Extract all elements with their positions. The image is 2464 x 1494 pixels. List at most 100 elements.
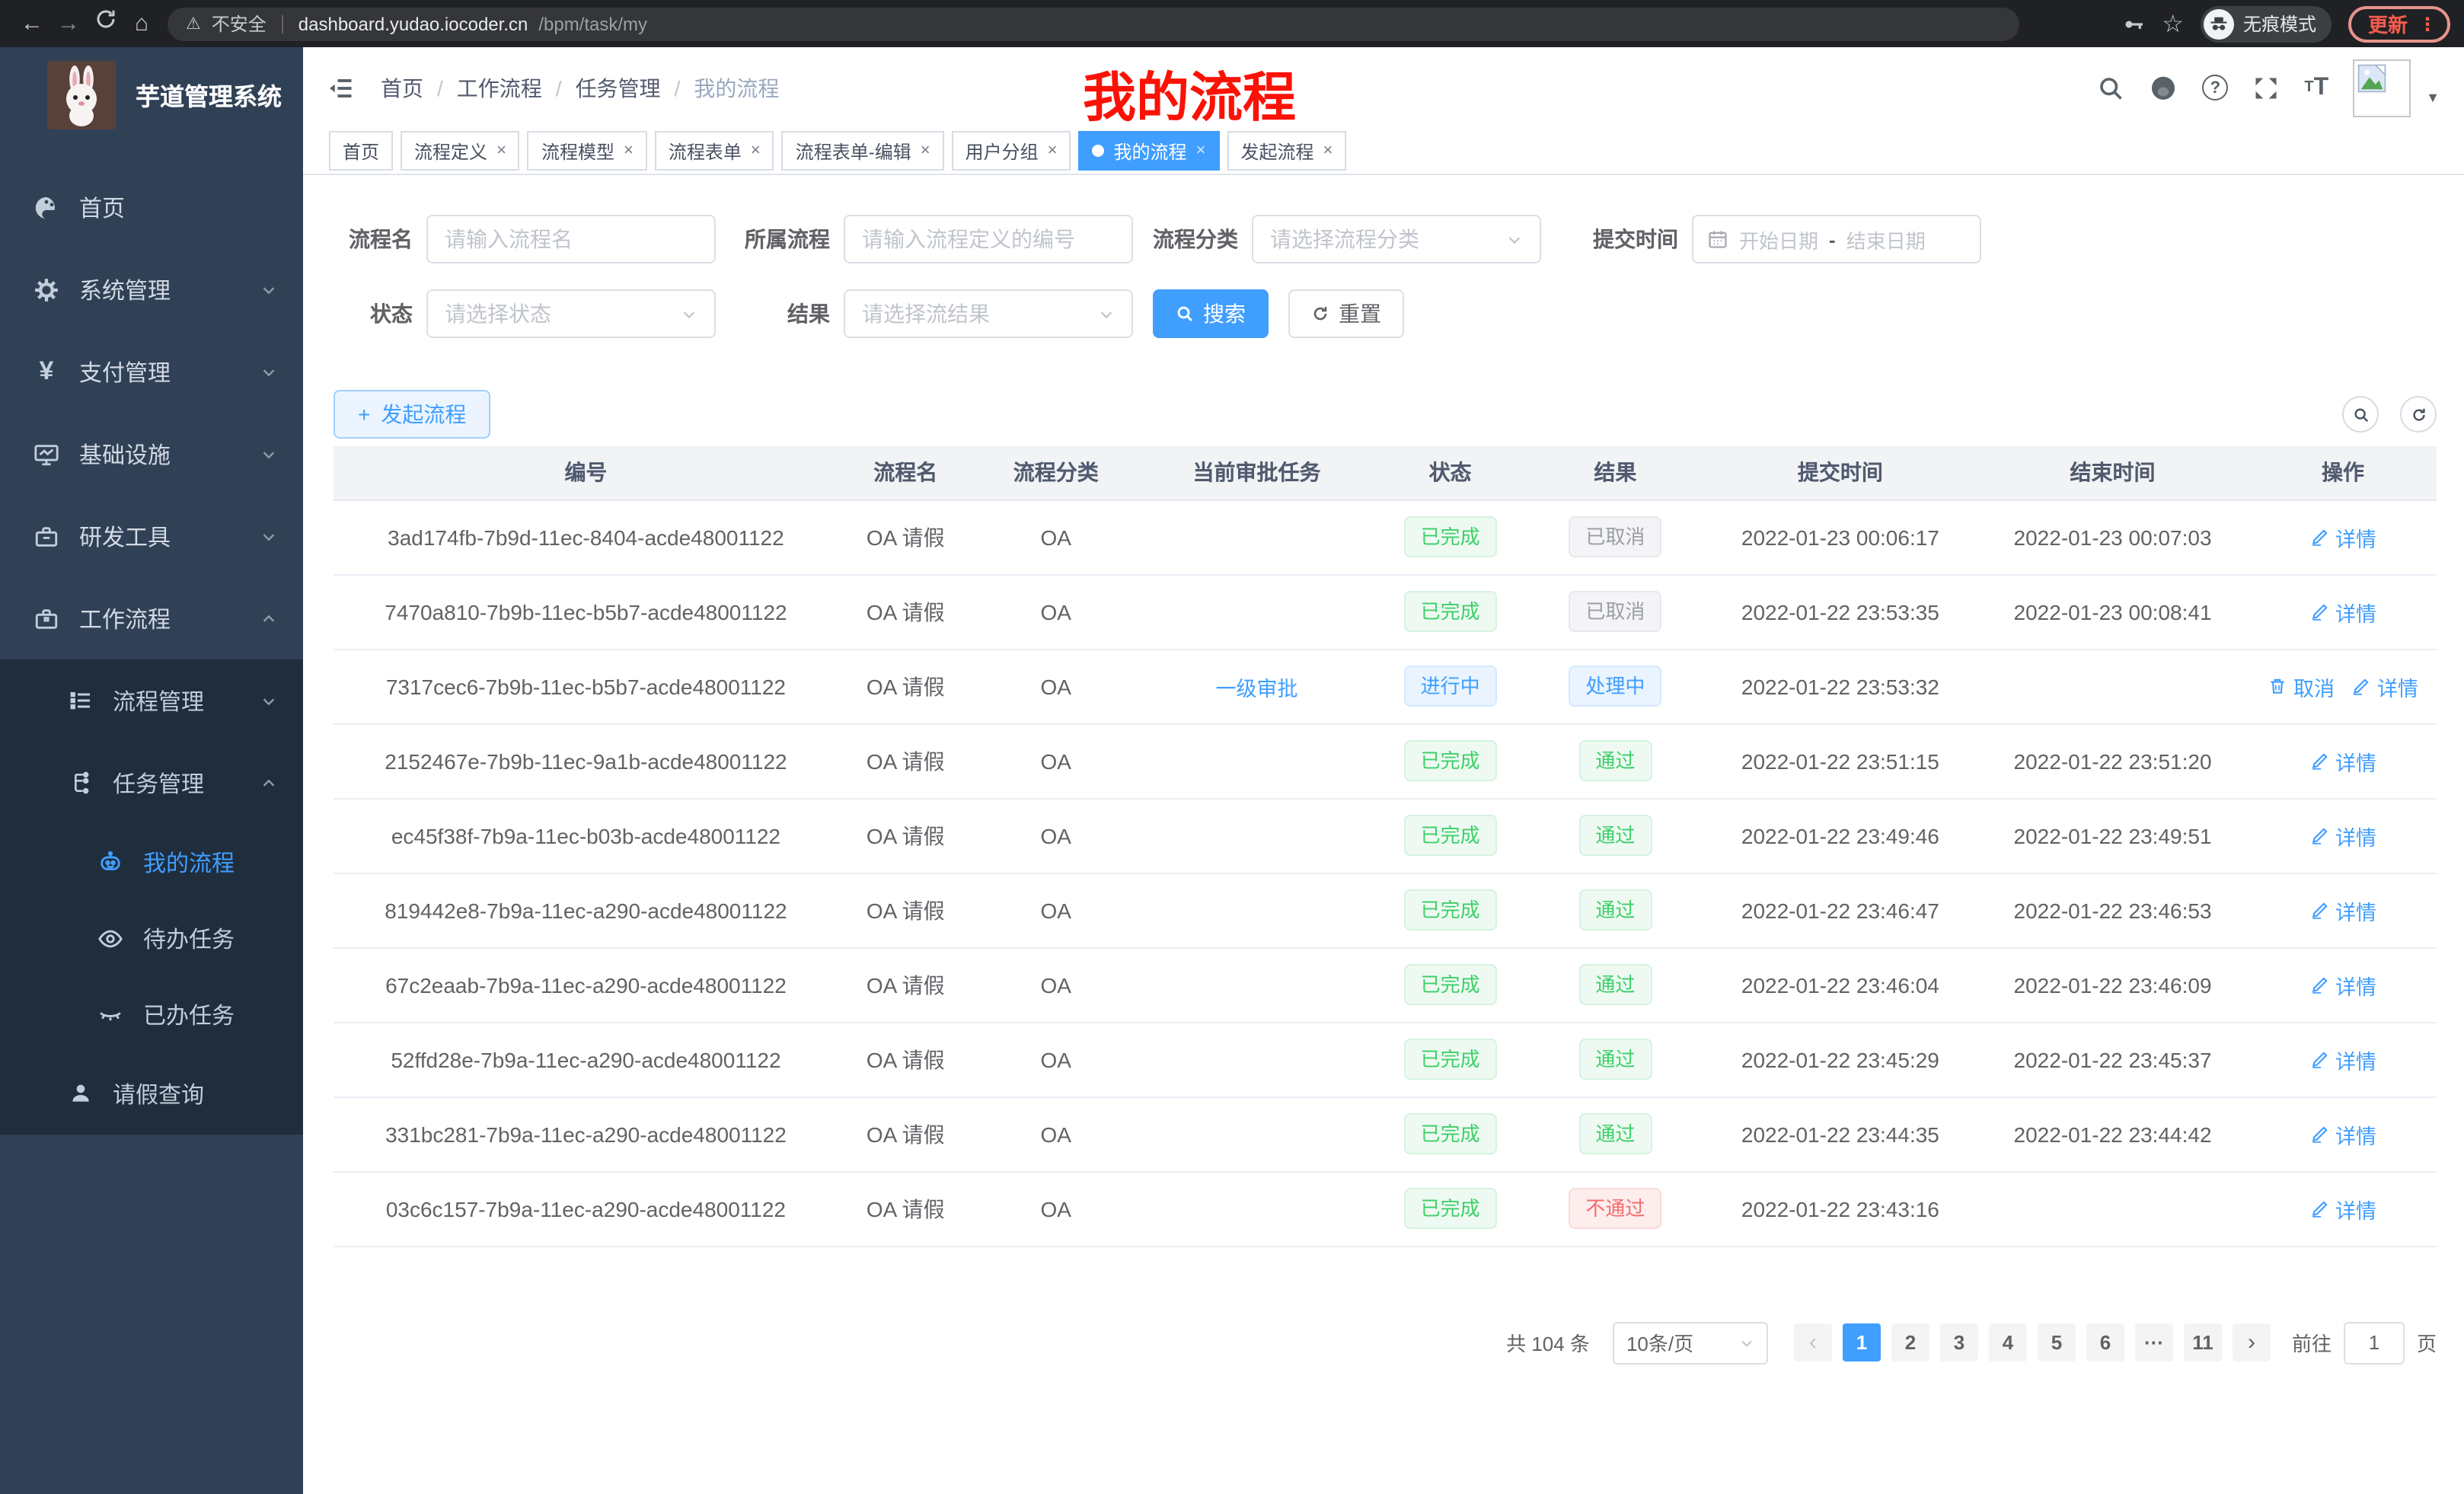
sidebar-item-system[interactable]: 系统管理 (0, 248, 303, 330)
tab-home[interactable]: 首页 (329, 131, 393, 171)
page-button[interactable]: 1 (1843, 1323, 1881, 1362)
sidebar-item-infra[interactable]: 基础设施 (0, 413, 303, 495)
total-count: 共 104 条 (1506, 1328, 1590, 1357)
tab-process-definition[interactable]: 流程定义× (401, 131, 520, 171)
breadcrumb-task-management[interactable]: 任务管理 (576, 72, 661, 103)
next-page-button[interactable]: › (2233, 1323, 2271, 1362)
close-icon[interactable]: × (1048, 142, 1058, 160)
monitor-icon (34, 441, 59, 467)
sidebar-item-done-tasks[interactable]: 已办任务 (0, 976, 303, 1052)
help-icon[interactable]: ? (2202, 75, 2228, 101)
sidebar-item-pay[interactable]: ¥ 支付管理 (0, 330, 303, 413)
detail-link[interactable]: 详情 (2309, 596, 2376, 627)
close-icon[interactable]: × (496, 142, 506, 160)
tab-user-group[interactable]: 用户分组× (952, 131, 1071, 171)
sidebar-item-task-management[interactable]: 任务管理 (0, 742, 303, 824)
tab-process-model[interactable]: 流程模型× (528, 131, 647, 171)
browser-forward-icon[interactable]: → (50, 0, 87, 47)
sidebar-fold-icon[interactable] (327, 74, 355, 101)
table-row: 7317cec6-7b9b-11ec-b5b7-acde48001122 OA … (334, 649, 2437, 723)
breadcrumb-workflow[interactable]: 工作流程 (457, 72, 542, 103)
search-button[interactable]: 搜索 (1153, 289, 1269, 338)
page-button[interactable]: 5 (2038, 1323, 2076, 1362)
category-select[interactable]: 请选择流程分类 (1252, 215, 1541, 263)
tab-process-form-edit[interactable]: 流程表单-编辑× (782, 131, 944, 171)
process-name-input[interactable] (426, 215, 716, 263)
close-icon[interactable]: × (1323, 142, 1333, 160)
detail-link[interactable]: 详情 (2309, 895, 2376, 925)
close-icon[interactable]: × (751, 142, 761, 160)
process-definition-input[interactable] (844, 215, 1133, 263)
bookmark-star-icon[interactable]: ☆ (2162, 8, 2184, 39)
sidebar-item-leave-query[interactable]: 请假查询 (0, 1052, 303, 1135)
logo-rabbit-image (47, 60, 116, 129)
col-actions: 操作 (2249, 446, 2437, 500)
date-range-picker[interactable]: 开始日期 - 结束日期 (1692, 215, 1981, 263)
security-label[interactable]: 不安全 (212, 11, 267, 37)
page-size-select[interactable]: 10条/页 (1613, 1321, 1768, 1364)
cancel-link[interactable]: 取消 (2268, 671, 2335, 701)
detail-link[interactable]: 详情 (2309, 522, 2376, 552)
sidebar-item-todo-tasks[interactable]: 待办任务 (0, 900, 303, 976)
cell-name: OA 请假 (838, 649, 973, 723)
result-select[interactable]: 请选择流结果 (844, 289, 1133, 338)
tab-start-process[interactable]: 发起流程× (1227, 131, 1346, 171)
page-button[interactable]: 11 (2184, 1323, 2222, 1362)
refresh-table-button[interactable] (2400, 396, 2437, 433)
show-search-toggle-button[interactable] (2342, 396, 2379, 433)
detail-link[interactable]: 详情 (2309, 1119, 2376, 1149)
cell-name: OA 请假 (838, 574, 973, 649)
sidebar-item-home[interactable]: 首页 (0, 166, 303, 248)
browser-update-button[interactable]: 更新 ⋮ (2348, 5, 2450, 42)
reset-button[interactable]: 重置 (1288, 289, 1404, 338)
browser-home-icon[interactable]: ⌂ (123, 0, 160, 47)
cell-name: OA 请假 (838, 1171, 973, 1246)
cell-name: OA 请假 (838, 798, 973, 873)
goto-page-input[interactable] (2344, 1321, 2405, 1364)
cell-id: 2152467e-7b9b-11ec-9a1b-acde48001122 (334, 723, 838, 798)
font-size-icon[interactable]: TT (2304, 75, 2328, 100)
avatar-caret-icon[interactable]: ▼ (2426, 89, 2440, 104)
detail-link[interactable]: 详情 (2309, 969, 2376, 1000)
prev-page-button[interactable]: ‹ (1794, 1323, 1832, 1362)
sidebar-item-process-management[interactable]: 流程管理 (0, 659, 303, 742)
detail-link[interactable]: 详情 (2309, 1193, 2376, 1224)
filter-row-2: 状态 请选择状态 结果 请选择流结果 (334, 289, 2437, 338)
sidebar-item-my-process[interactable]: 我的流程 (0, 824, 303, 900)
close-icon[interactable]: × (624, 142, 634, 160)
github-icon[interactable] (2149, 73, 2178, 102)
logo-row[interactable]: 芋道管理系统 (0, 47, 303, 142)
detail-link[interactable]: 详情 (2351, 671, 2418, 701)
table-row: 819442e8-7b9a-11ec-a290-acde48001122 OA … (334, 873, 2437, 947)
status-select[interactable]: 请选择状态 (426, 289, 716, 338)
page-button[interactable]: 4 (1989, 1323, 2027, 1362)
page-button[interactable]: 6 (2086, 1323, 2124, 1362)
table-row: 52ffd28e-7b9a-11ec-a290-acde48001122 OA … (334, 1022, 2437, 1097)
page-button[interactable]: 3 (1940, 1323, 1978, 1362)
page-button[interactable]: 2 (1891, 1323, 1929, 1362)
browser-menu-icon[interactable]: ⋮ (2418, 13, 2437, 34)
sidebar-item-devtools[interactable]: 研发工具 (0, 495, 303, 577)
address-bar[interactable]: ⚠ 不安全 dashboard.yudao.iocoder.cn/bpm/tas… (168, 7, 2019, 40)
close-icon[interactable]: × (1196, 142, 1206, 160)
search-icon[interactable] (2097, 74, 2124, 101)
browser-back-icon[interactable]: ← (14, 0, 50, 47)
current-task-link[interactable]: 一级审批 (1215, 671, 1297, 701)
detail-link[interactable]: 详情 (2309, 1044, 2376, 1074)
start-process-button[interactable]: + 发起流程 (334, 390, 490, 439)
edit-icon (2309, 975, 2329, 994)
avatar[interactable] (2353, 59, 2411, 117)
tab-process-form[interactable]: 流程表单× (655, 131, 774, 171)
cell-name: OA 请假 (838, 1097, 973, 1171)
sidebar-item-workflow[interactable]: 工作流程 (0, 577, 303, 659)
page-button[interactable]: ··· (2135, 1323, 2173, 1362)
breadcrumb-home[interactable]: 首页 (381, 72, 423, 103)
browser-reload-icon[interactable] (87, 0, 123, 47)
cell-category: OA (973, 649, 1139, 723)
detail-link[interactable]: 详情 (2309, 820, 2376, 851)
close-icon[interactable]: × (921, 142, 930, 160)
fullscreen-icon[interactable] (2252, 74, 2280, 101)
password-key-icon[interactable] (2121, 11, 2145, 36)
detail-link[interactable]: 详情 (2309, 745, 2376, 776)
tab-my-process[interactable]: 我的流程× (1079, 131, 1220, 171)
